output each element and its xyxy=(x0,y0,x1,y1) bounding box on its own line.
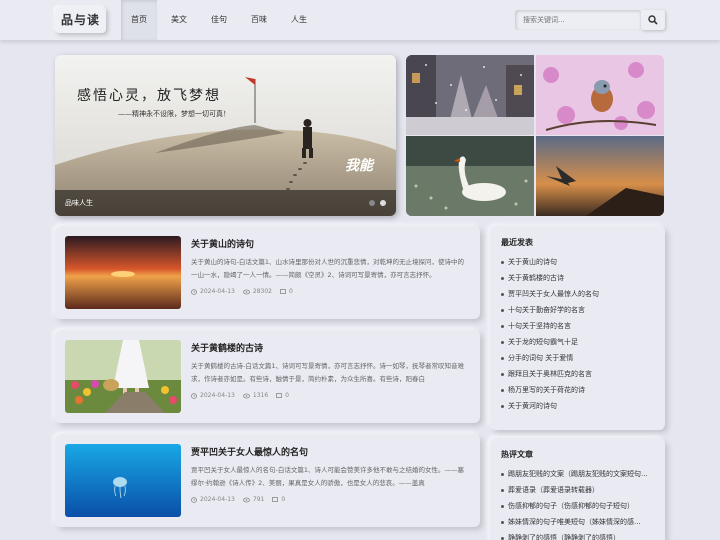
views-text: 1316 xyxy=(252,392,269,399)
views-text: 791 xyxy=(252,496,265,503)
article-comments: 0 xyxy=(272,496,285,503)
main-menu: 首页 美文 佳句 百味 人生 xyxy=(121,0,321,40)
comment-icon xyxy=(276,392,283,398)
comments-text: 0 xyxy=(281,496,286,503)
comments-text: 0 xyxy=(285,392,289,399)
banner-carousel[interactable]: 感悟心灵，放飞梦想 ——精神永不设限，梦想一切可真！ 我能 品味人生 xyxy=(55,55,396,216)
snow-street-image xyxy=(406,55,534,135)
article-title[interactable]: 关于黄鹤楼的古诗 xyxy=(191,341,263,354)
hot-comments-widget: 热评文章 踢朋友犯贱的文案（踢朋友犯贱的文案短句... 葬爱语录（葬爱语录转载器… xyxy=(490,438,665,540)
eye-icon xyxy=(242,393,250,398)
article-comments: 0 xyxy=(280,288,293,295)
banner-subline: ——精神永不设限，梦想一切可真！ xyxy=(118,110,230,118)
recent-post-link[interactable]: 关于龙的短句霸气十足 xyxy=(501,334,661,350)
comments-text: 0 xyxy=(288,288,293,295)
article-card[interactable]: 关于黄鹤楼的古诗 关于黄鹤楼的古诗-白话文篇1、诗词可写景寄情，亦可言志抒怀。诗… xyxy=(55,330,480,423)
article-date: 2024-04-13 xyxy=(191,392,235,399)
thumb-seagull-sunset[interactable] xyxy=(536,136,664,216)
thumb-bird-blossom[interactable] xyxy=(536,55,664,135)
article-title[interactable]: 关于黄山的诗句 xyxy=(191,237,254,250)
article-views: 1316 xyxy=(242,392,269,399)
recent-post-link[interactable]: 十句关于勤奋好学的名言 xyxy=(501,302,661,318)
menu-item-essays[interactable]: 美文 xyxy=(161,0,197,40)
carousel-dot[interactable] xyxy=(369,200,375,206)
carousel-dots xyxy=(364,200,386,206)
article-thumbnail[interactable] xyxy=(65,444,181,517)
menu-item-life[interactable]: 人生 xyxy=(281,0,317,40)
article-comments: 0 xyxy=(276,392,289,399)
menu-item-flavors[interactable]: 百味 xyxy=(241,0,277,40)
recent-post-link[interactable]: 关于黄山的诗句 xyxy=(501,254,661,270)
article-views: 791 xyxy=(242,496,265,503)
menu-item-home[interactable]: 首页 xyxy=(121,0,157,40)
recent-post-link[interactable]: 关于黄鹤楼的古诗 xyxy=(501,270,661,286)
thumb-snow-street[interactable] xyxy=(406,55,534,135)
hot-post-link[interactable]: 姊妹情深的句子唯美短句（姊妹情深的感... xyxy=(501,514,661,530)
clock-icon xyxy=(191,288,197,295)
comment-icon xyxy=(272,496,279,502)
clock-icon xyxy=(191,392,197,399)
bird-blossom-image xyxy=(536,55,664,135)
thumb-swan[interactable] xyxy=(406,136,534,216)
article-excerpt: 关于黄山的诗句-白话文篇1、山水诗里那份对人世的沉重悲情，对乾坤的无止境探问，使… xyxy=(191,258,464,279)
recent-posts-list: 关于黄山的诗句 关于黄鹤楼的古诗 贾平凹关于女人最惊人的名句 十句关于勤奋好学的… xyxy=(501,254,661,414)
top-navbar: 品与读 首页 美文 佳句 百味 人生 xyxy=(0,0,720,40)
sunset-sea-image xyxy=(65,236,181,309)
recent-posts-title: 最近发表 xyxy=(501,238,533,247)
article-excerpt: 贾平凹关于女人最惊人的名句-白话文篇1、诗人可能会赞美许多他不敢与之结婚的女性。… xyxy=(191,466,464,487)
date-text: 2024-04-13 xyxy=(200,392,235,399)
carousel-dot-active[interactable] xyxy=(380,200,386,206)
seagull-sunset-image xyxy=(536,136,664,216)
eye-icon xyxy=(242,497,250,502)
hot-post-link[interactable]: 静静剥了的感悟（静静剥了的感悟） xyxy=(501,530,661,540)
site-logo[interactable]: 品与读 xyxy=(55,7,106,33)
search-button[interactable] xyxy=(641,10,665,30)
date-text: 2024-04-13 xyxy=(200,288,235,295)
article-meta: 2024-04-13 1316 0 xyxy=(191,392,297,399)
eye-icon xyxy=(242,289,250,294)
date-text: 2024-04-13 xyxy=(200,496,235,503)
banner-caption: 品味人生 xyxy=(55,190,396,216)
recent-post-link[interactable]: 分手的词句 关于爱情 xyxy=(501,350,661,366)
recent-post-link[interactable]: 关于黄河的诗句 xyxy=(501,398,661,414)
banner-brand-mark: 我能 xyxy=(345,158,373,174)
hot-post-link[interactable]: 伤感抑郁的句子（伤感抑郁的句子短句） xyxy=(501,498,661,514)
recent-post-link[interactable]: 贾平凹关于女人最惊人的名句 xyxy=(501,286,661,302)
hot-post-link[interactable]: 踢朋友犯贱的文案（踢朋友犯贱的文案短句... xyxy=(501,466,661,482)
article-title[interactable]: 贾平凹关于女人最惊人的名句 xyxy=(191,445,308,458)
hot-comments-list: 踢朋友犯贱的文案（踢朋友犯贱的文案短句... 葬爱语录（葬爱语录转载器） 伤感抑… xyxy=(501,466,661,540)
article-thumbnail[interactable] xyxy=(65,340,181,413)
recent-post-link[interactable]: 跟拜且关于奥林匹克的名言 xyxy=(501,366,661,382)
clock-icon xyxy=(191,496,197,503)
recent-post-link[interactable]: 十句关于坚持的名言 xyxy=(501,318,661,334)
search-input[interactable] xyxy=(515,10,641,30)
banner-headline: 感悟心灵，放飞梦想 xyxy=(77,88,221,104)
menu-item-quotes[interactable]: 佳句 xyxy=(201,0,237,40)
jellyfish-image xyxy=(65,444,181,517)
girl-tulips-image xyxy=(65,340,181,413)
comment-icon xyxy=(280,288,286,294)
search-icon xyxy=(648,15,658,25)
recent-posts-widget: 最近发表 关于黄山的诗句 关于黄鹤楼的古诗 贾平凹关于女人最惊人的名句 十句关于… xyxy=(490,226,665,430)
article-meta: 2024-04-13 791 0 xyxy=(191,496,293,503)
article-excerpt: 关于黄鹤楼的古诗-白话文篇1、诗词可写景寄情，亦可言志抒怀。诗一如琴，抚琴者常叹… xyxy=(191,362,464,383)
hot-post-link[interactable]: 葬爱语录（葬爱语录转载器） xyxy=(501,482,661,498)
recent-post-link[interactable]: 杨万里写的关于荷花的诗 xyxy=(501,382,661,398)
hot-comments-title: 热评文章 xyxy=(501,450,533,459)
article-date: 2024-04-13 xyxy=(191,496,235,503)
article-views: 28302 xyxy=(242,288,272,295)
article-card[interactable]: 关于黄山的诗句 关于黄山的诗句-白话文篇1、山水诗里那份对人世的沉重悲情，对乾坤… xyxy=(55,226,480,319)
article-date: 2024-04-13 xyxy=(191,288,235,295)
views-text: 28302 xyxy=(252,288,272,295)
article-meta: 2024-04-13 28302 0 xyxy=(191,288,301,295)
article-card[interactable]: 贾平凹关于女人最惊人的名句 贾平凹关于女人最惊人的名句-白话文篇1、诗人可能会赞… xyxy=(55,434,480,527)
swan-image xyxy=(406,136,534,216)
article-thumbnail[interactable] xyxy=(65,236,181,309)
